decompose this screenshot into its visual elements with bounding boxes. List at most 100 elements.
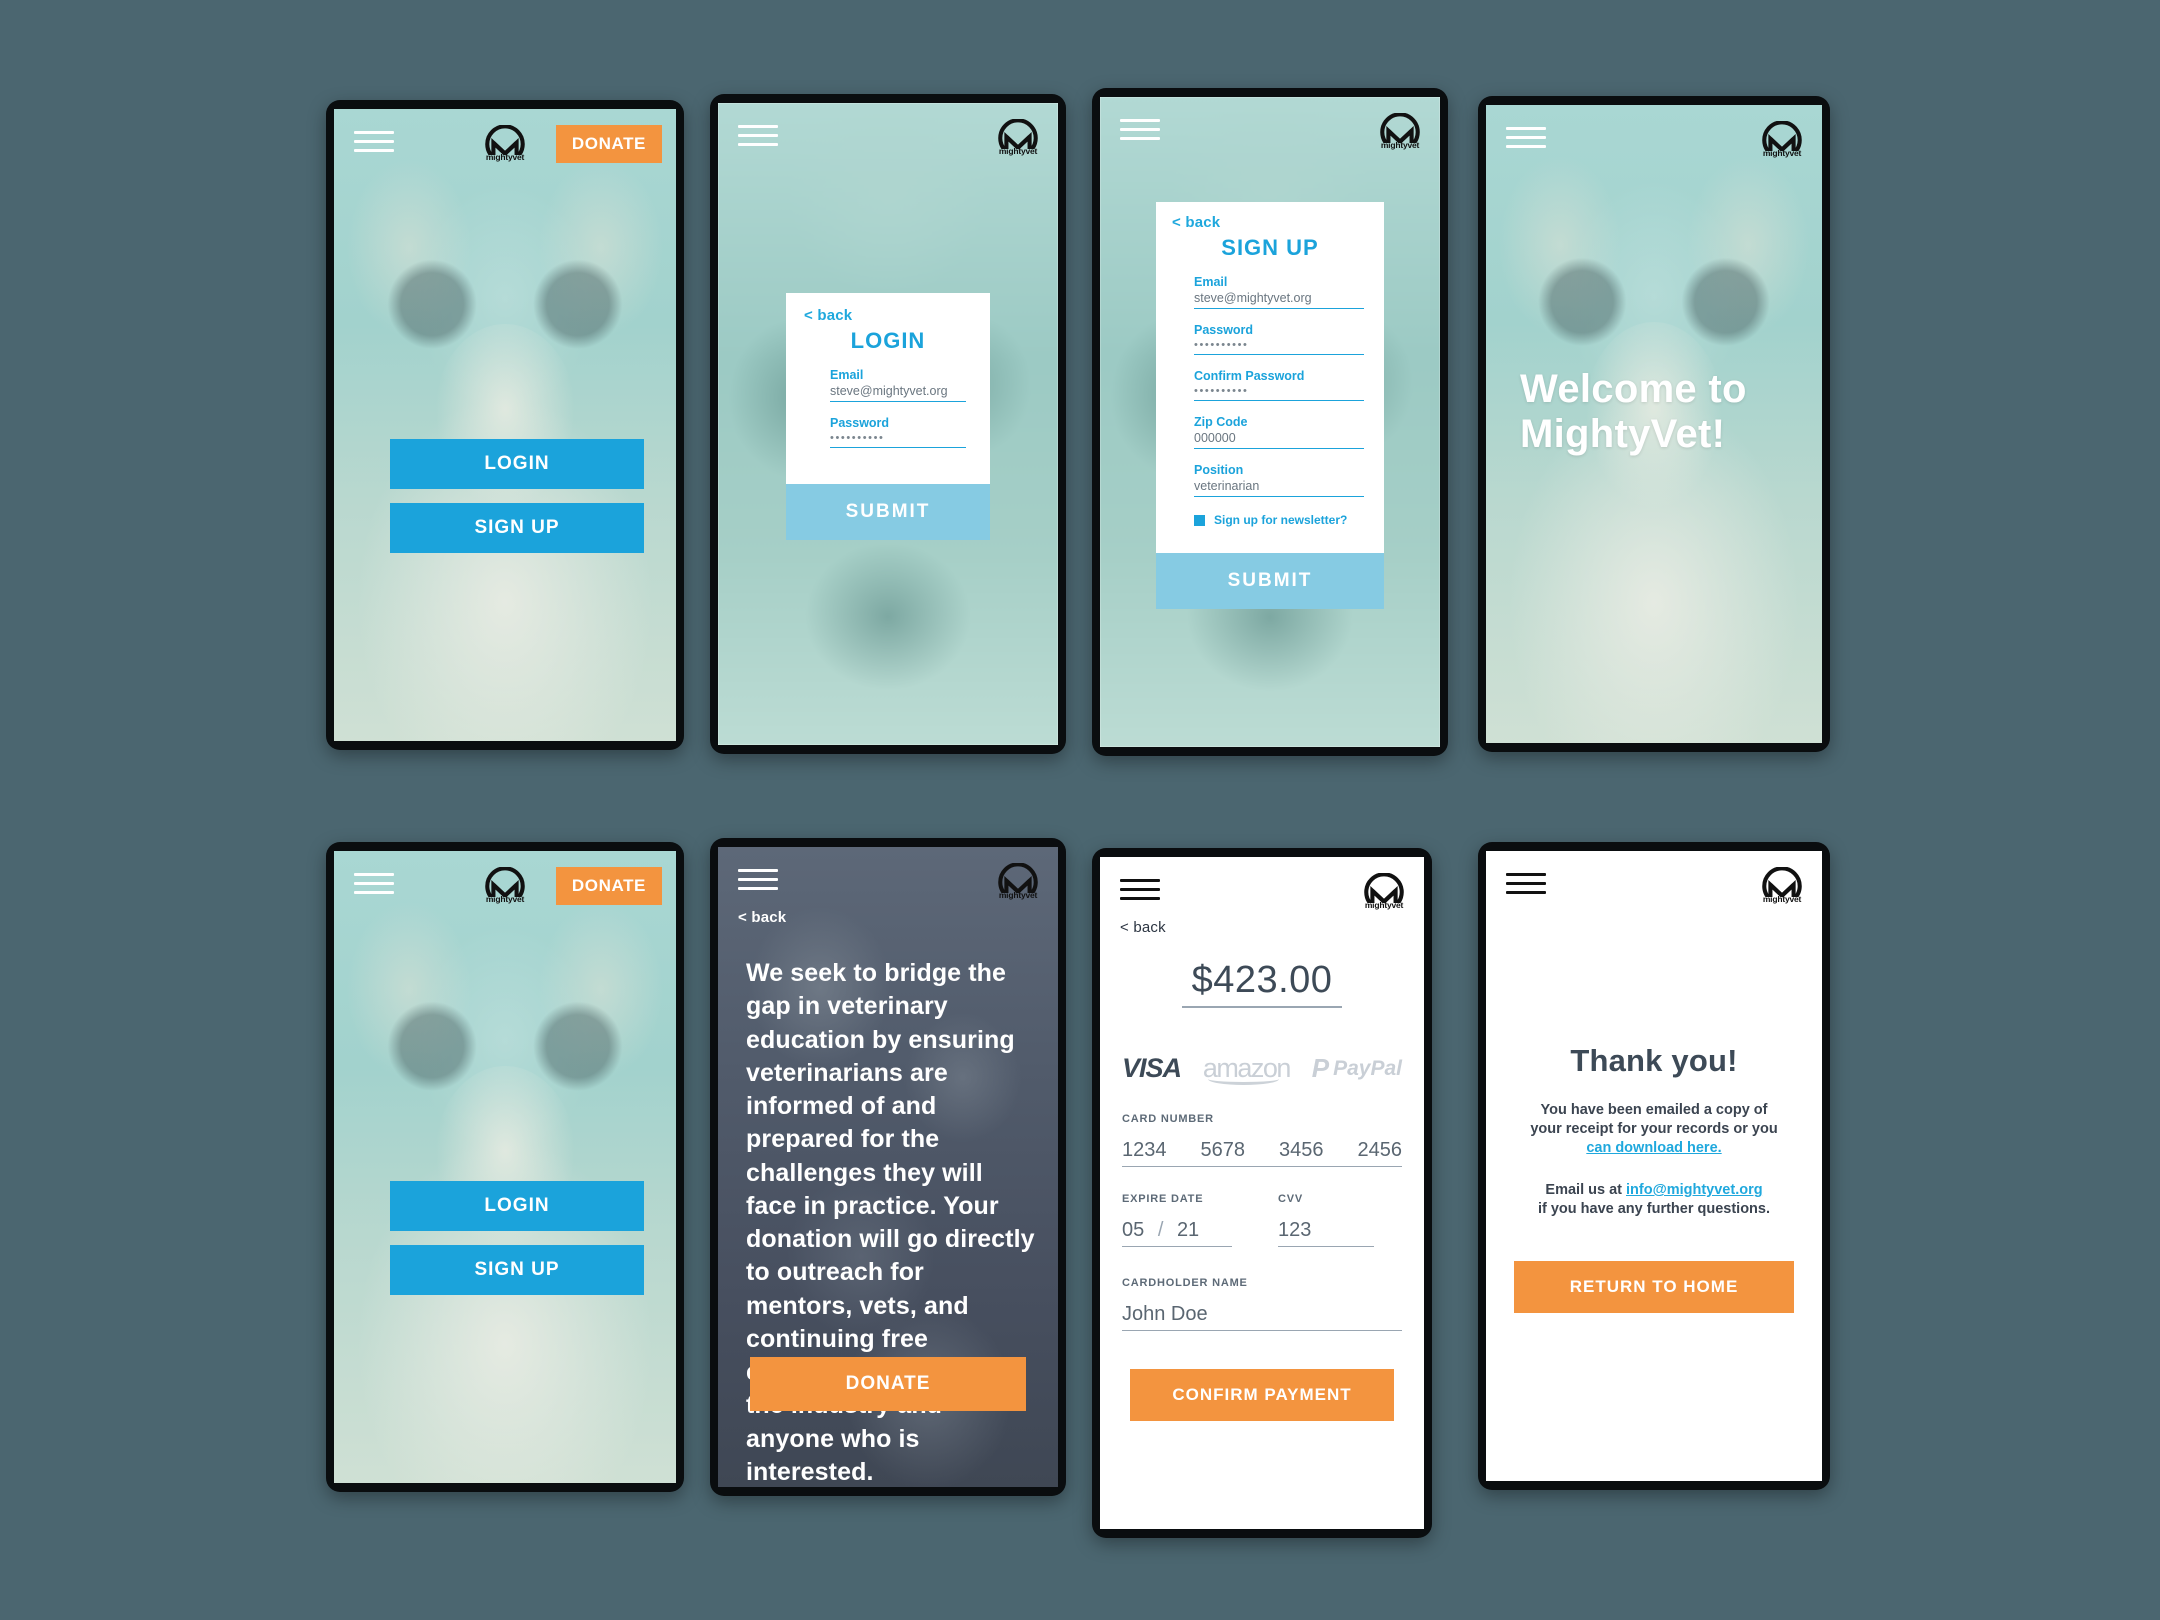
mightyvet-logo-icon[interactable]: mightyvet: [1756, 867, 1808, 904]
header-donate: mightyvet: [718, 847, 1058, 913]
contact-message: Email us at info@mightyvet.org if you ha…: [1504, 1181, 1804, 1219]
hamburger-menu-icon[interactable]: [738, 125, 778, 152]
cvv-field[interactable]: CVV 123: [1278, 1193, 1374, 1247]
email-value[interactable]: steve@mightyvet.org: [1194, 291, 1364, 309]
logo-wordmark: mightyvet: [998, 146, 1038, 156]
newsletter-row[interactable]: Sign up for newsletter?: [1194, 513, 1364, 527]
header-signup: mightyvet: [1100, 97, 1440, 163]
zip-field[interactable]: Zip Code 000000: [1194, 415, 1364, 449]
cvv-value[interactable]: 123: [1278, 1219, 1374, 1247]
donate-button[interactable]: DONATE: [555, 125, 662, 163]
zip-value[interactable]: 000000: [1194, 431, 1364, 449]
submit-button[interactable]: SUBMIT: [786, 484, 990, 540]
newsletter-label: Sign up for newsletter?: [1214, 513, 1348, 527]
back-link[interactable]: < back: [804, 307, 972, 324]
logo-wordmark: mightyvet: [1380, 140, 1420, 150]
welcome-line-2: MightyVet!: [1520, 411, 1726, 456]
auth-buttons-home-2: LOGIN SIGN UP: [390, 1181, 644, 1295]
return-to-home-button[interactable]: RETURN TO HOME: [1514, 1261, 1794, 1313]
welcome-line-1: Welcome to: [1520, 367, 1747, 411]
signup-button[interactable]: SIGN UP: [390, 503, 644, 553]
card-group-4: 2456: [1357, 1139, 1403, 1161]
amount-value[interactable]: $423.00: [1181, 959, 1343, 1008]
confirm-payment-button[interactable]: CONFIRM PAYMENT: [1130, 1369, 1394, 1421]
email-field[interactable]: Email steve@mightyvet.org: [1194, 275, 1364, 309]
password-value[interactable]: ••••••••••: [1194, 339, 1364, 355]
header-payment: mightyvet: [1100, 857, 1424, 923]
screen-donate: mightyvet < back We seek to bridge the g…: [718, 847, 1058, 1487]
card-number-field[interactable]: CARD NUMBER 1234 5678 3456 2456: [1122, 1113, 1402, 1167]
email-value[interactable]: steve@mightyvet.org: [830, 384, 966, 402]
email-field[interactable]: Email steve@mightyvet.org: [830, 368, 966, 402]
hamburger-menu-icon[interactable]: [1506, 127, 1546, 154]
signup-card: < back SIGN UP Email steve@mightyvet.org…: [1156, 202, 1384, 609]
screen-payment: mightyvet < back $423.00 VISA amazon P P…: [1100, 857, 1424, 1529]
phone-home: mightyvet DONATE LOGIN SIGN UP: [326, 100, 684, 750]
mightyvet-logo-icon[interactable]: mightyvet: [1756, 121, 1808, 158]
back-link[interactable]: < back: [1172, 214, 1368, 231]
position-field[interactable]: Position veterinarian: [1194, 463, 1364, 497]
mightyvet-logo-icon[interactable]: mightyvet: [1358, 873, 1410, 910]
hamburger-menu-icon[interactable]: [1506, 873, 1546, 900]
expire-date-value[interactable]: 05 / 21: [1122, 1219, 1232, 1247]
contact-line-2: if you have any further questions.: [1537, 1201, 1771, 1218]
visa-logo-icon[interactable]: VISA: [1122, 1053, 1182, 1084]
email-label: Email: [830, 368, 864, 382]
card-number-value[interactable]: 1234 5678 3456 2456: [1122, 1139, 1402, 1167]
header-thankyou: mightyvet: [1486, 851, 1822, 917]
cvv-label: CVV: [1278, 1193, 1304, 1205]
mightyvet-logo-icon[interactable]: mightyvet: [479, 125, 531, 162]
hamburger-menu-icon[interactable]: [354, 873, 394, 900]
receipt-message: You have been emailed a copy of your rec…: [1504, 1101, 1804, 1158]
phone-thankyou: mightyvet Thank you! You have been email…: [1478, 842, 1830, 1490]
paypal-wordmark: PayPal: [1333, 1056, 1402, 1080]
amazon-logo-icon[interactable]: amazon: [1203, 1053, 1291, 1085]
logo-wordmark: mightyvet: [1762, 894, 1802, 904]
password-field[interactable]: Password ••••••••••: [1194, 323, 1364, 355]
phone-payment: mightyvet < back $423.00 VISA amazon P P…: [1092, 848, 1432, 1538]
confirm-password-value[interactable]: ••••••••••: [1194, 385, 1364, 401]
expire-month: 05: [1122, 1219, 1145, 1241]
expire-year: 21: [1176, 1219, 1200, 1241]
position-value[interactable]: veterinarian: [1194, 479, 1364, 497]
submit-button[interactable]: SUBMIT: [1156, 553, 1384, 609]
confirm-password-label: Confirm Password: [1194, 369, 1305, 383]
logo-wordmark: mightyvet: [1364, 900, 1404, 910]
screen-login: mightyvet < back LOGIN Email steve@might…: [718, 103, 1058, 745]
newsletter-checkbox[interactable]: [1194, 514, 1205, 526]
donate-button[interactable]: DONATE: [555, 867, 662, 905]
hamburger-menu-icon[interactable]: [1120, 119, 1160, 146]
cat-photo-background: [334, 851, 676, 1483]
confirm-password-field[interactable]: Confirm Password ••••••••••: [1194, 369, 1364, 401]
expire-date-field[interactable]: EXPIRE DATE 05 / 21: [1122, 1193, 1232, 1247]
mightyvet-logo-icon[interactable]: mightyvet: [992, 119, 1044, 156]
hamburger-menu-icon[interactable]: [1120, 879, 1160, 906]
screen-home: mightyvet DONATE LOGIN SIGN UP: [334, 109, 676, 741]
signup-title: SIGN UP: [1221, 235, 1319, 260]
white-background: [1486, 851, 1822, 1481]
donate-button[interactable]: DONATE: [750, 1357, 1026, 1411]
screen-signup: mightyvet < back SIGN UP Email steve@mig…: [1100, 97, 1440, 747]
support-email-link[interactable]: info@mightyvet.org: [1626, 1182, 1763, 1198]
password-field[interactable]: Password ••••••••••: [830, 416, 966, 448]
download-receipt-link[interactable]: can download here.: [1586, 1140, 1721, 1156]
password-value[interactable]: ••••••••••: [830, 432, 966, 448]
hamburger-menu-icon[interactable]: [354, 131, 394, 158]
cardholder-name-field[interactable]: CARDHOLDER NAME John Doe: [1122, 1277, 1402, 1331]
header-home: mightyvet DONATE: [334, 109, 676, 175]
paypal-logo-icon[interactable]: P PayPal: [1312, 1053, 1402, 1084]
mightyvet-logo-icon[interactable]: mightyvet: [1374, 113, 1426, 150]
login-button[interactable]: LOGIN: [390, 439, 644, 489]
hamburger-menu-icon[interactable]: [738, 869, 778, 896]
phone-donate: mightyvet < back We seek to bridge the g…: [710, 838, 1066, 1496]
signup-button[interactable]: SIGN UP: [390, 1245, 644, 1295]
cardholder-name-value[interactable]: John Doe: [1122, 1303, 1402, 1331]
thankyou-title: Thank you!: [1570, 1043, 1738, 1078]
mightyvet-logo-icon[interactable]: mightyvet: [479, 867, 531, 904]
donation-amount[interactable]: $423.00: [1100, 959, 1424, 1008]
cat-photo-background: [334, 109, 676, 741]
position-label: Position: [1194, 463, 1244, 477]
screen-home-2: mightyvet DONATE LOGIN SIGN UP: [334, 851, 676, 1483]
mightyvet-logo-icon[interactable]: mightyvet: [992, 863, 1044, 900]
login-button[interactable]: LOGIN: [390, 1181, 644, 1231]
